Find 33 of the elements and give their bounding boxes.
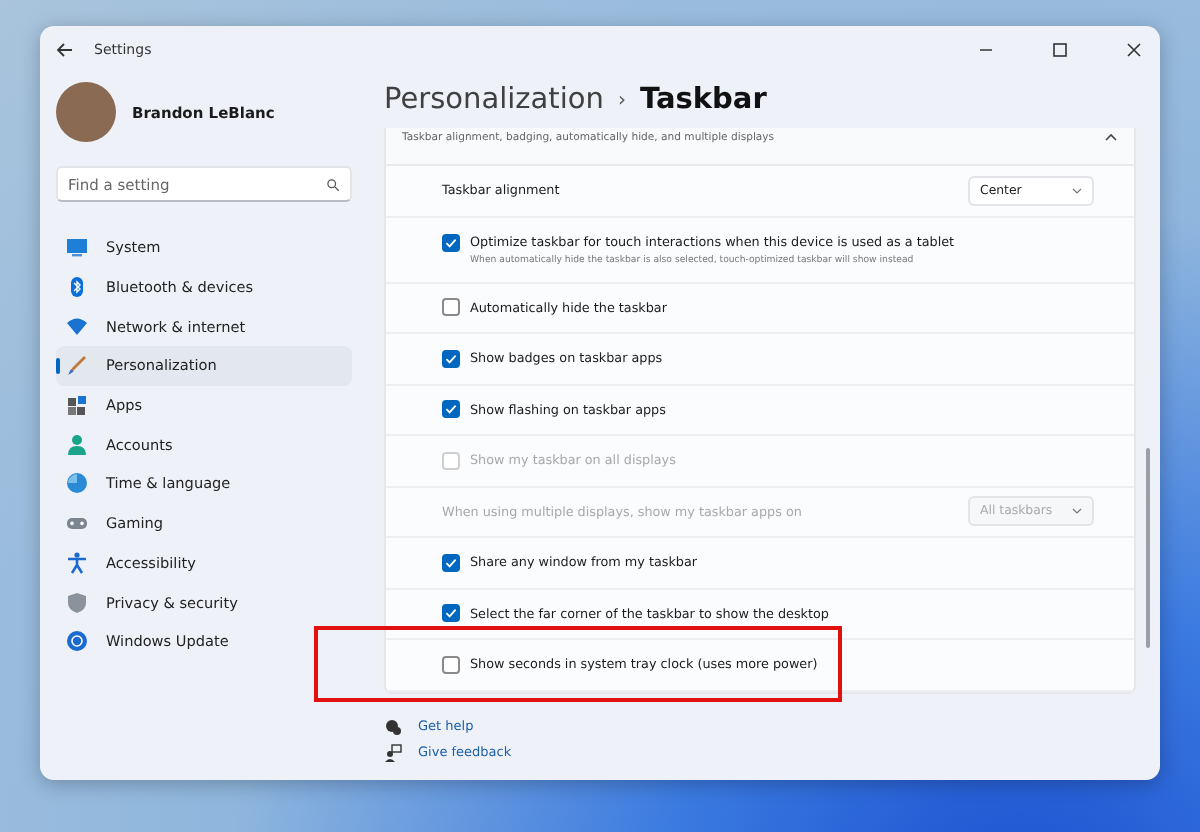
checkbox[interactable]: [442, 233, 460, 251]
update-icon: [66, 630, 88, 653]
maximize-icon: [1051, 42, 1067, 58]
checkbox[interactable]: [442, 298, 460, 317]
accessibility-icon: [66, 551, 88, 574]
monitor-icon: [66, 236, 88, 259]
checkbox[interactable]: [442, 349, 460, 368]
bluetooth-icon: [66, 276, 88, 299]
caret-icon: [1072, 187, 1082, 194]
checkbox[interactable]: [442, 400, 460, 419]
apps-icon: [66, 394, 88, 417]
caret-icon: [1072, 508, 1082, 515]
shield-icon: [66, 591, 88, 614]
controller-icon: [66, 512, 88, 535]
back-icon[interactable]: [56, 42, 74, 58]
selection-indicator: [56, 358, 60, 375]
search-icon[interactable]: [326, 177, 340, 191]
person-icon: [66, 433, 88, 456]
breadcrumb-parent[interactable]: Personalization: [384, 84, 604, 116]
globe-clock-icon: [66, 472, 88, 495]
scrollbar[interactable]: [1146, 448, 1150, 648]
chat-icon: [384, 717, 402, 735]
avatar-circle: [56, 82, 116, 142]
checkbox[interactable]: [442, 553, 460, 572]
brush-icon: [66, 354, 88, 377]
chevron-icon[interactable]: [1104, 132, 1118, 142]
person-feedback-icon: [384, 743, 402, 761]
wifi-icon: [66, 315, 88, 338]
checkbox[interactable]: [442, 604, 460, 623]
close-icon: [1125, 42, 1141, 58]
page-title: Taskbar: [639, 84, 767, 116]
checkbox[interactable]: [442, 655, 460, 674]
breadcrumb-separator: ›: [617, 89, 626, 111]
